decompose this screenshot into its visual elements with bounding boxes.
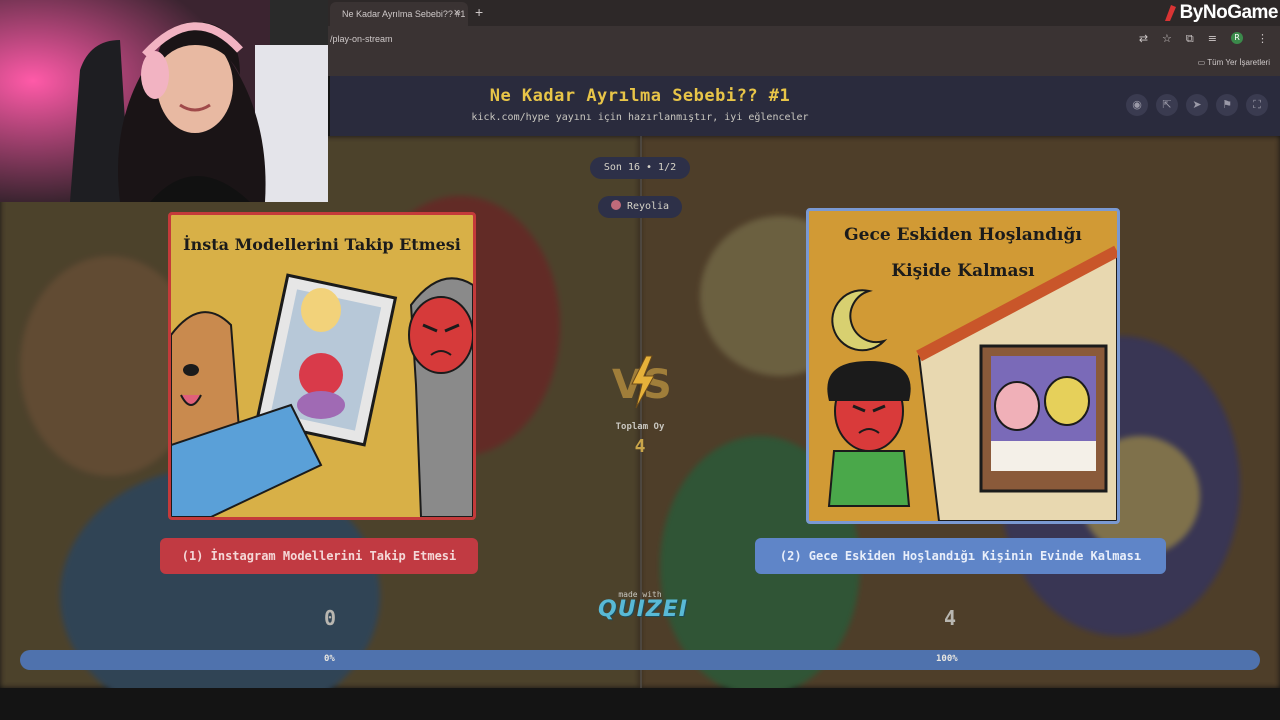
webcam-overlay	[0, 0, 328, 202]
versus-icon: VS	[612, 355, 672, 409]
kebab-menu-icon[interactable]: ⋮	[1257, 32, 1268, 46]
eye-icon[interactable]: ◉	[1126, 94, 1148, 116]
brand-mark-icon	[1164, 5, 1176, 21]
flag-icon[interactable]: ⚑	[1216, 94, 1238, 116]
percent-right: 100%	[936, 654, 958, 664]
user-name: Reyolia	[626, 201, 670, 212]
webcam-image	[0, 0, 328, 202]
user-avatar-icon	[610, 200, 621, 210]
option-button-left[interactable]: (1) İnstagram Modellerini Takip Etmesi	[160, 538, 478, 574]
vote-count-right: 4	[943, 606, 957, 630]
percent-left: 0%	[324, 654, 335, 664]
option-button-right[interactable]: (2) Gece Eskiden Hoşlandığı Kişinin Evin…	[755, 538, 1166, 574]
site-header: Ne Kadar Ayrılma Sebebi?? #1 kick.com/hy…	[330, 76, 1280, 136]
vote-count-left: 0	[323, 606, 337, 630]
option-card-left[interactable]: İnsta Modellerini Takip Etmesi	[168, 212, 476, 520]
bynogame-logo: ByNoGame	[1162, 2, 1279, 24]
card-illustration-right	[827, 245, 1117, 521]
folder-icon: ▭	[1197, 58, 1206, 67]
total-votes-value: 4	[634, 436, 646, 457]
page-subtitle: kick.com/hype yayını için hazırlanmıştır…	[471, 112, 809, 123]
fullscreen-icon[interactable]: ⛶	[1246, 94, 1268, 116]
extensions-icon[interactable]: ⧉	[1186, 32, 1194, 46]
send-icon[interactable]: ➤	[1186, 94, 1208, 116]
address-bar[interactable]: /play-on-stream	[330, 34, 393, 44]
profile-avatar[interactable]: R	[1231, 32, 1243, 44]
total-votes-label: Toplam Oy	[615, 422, 665, 432]
page-title: Ne Kadar Ayrılma Sebebi?? #1	[489, 86, 791, 106]
tab-title: Ne Kadar Ayrılma Sebebi?? #1	[342, 9, 466, 19]
toolbar-icons: ⇄ ☆ ⧉ ≡ R ⋮	[1139, 32, 1268, 46]
media-icon[interactable]: ≡	[1208, 32, 1217, 46]
translate-icon[interactable]: ⇄	[1139, 32, 1148, 46]
browser-tab[interactable]: Ne Kadar Ayrılma Sebebi?? #1 ×	[330, 2, 468, 26]
vote-progress-bar: 0% 100%	[20, 650, 1260, 670]
header-actions: ◉ ⇱ ➤ ⚑ ⛶	[1126, 94, 1268, 116]
bookmarks-label: Tüm Yer İşaretleri	[1207, 58, 1270, 67]
quizei-logo: QUIZEI	[598, 597, 688, 622]
round-badge: Son 16 • 1/2	[590, 157, 690, 179]
made-with-badge[interactable]: made with QUIZEI	[598, 590, 688, 622]
brand-name: ByNoGame	[1179, 2, 1279, 23]
all-bookmarks-link[interactable]: ▭ Tüm Yer İşaretleri	[1198, 58, 1270, 67]
card-illustration-left	[171, 273, 473, 517]
new-tab-button[interactable]: +	[475, 4, 483, 20]
user-badge: Reyolia	[598, 196, 682, 218]
bookmark-star-icon[interactable]: ☆	[1162, 32, 1172, 46]
tab-close-icon[interactable]: ×	[454, 7, 460, 19]
bottom-bar	[0, 688, 1280, 720]
share-icon[interactable]: ⇱	[1156, 94, 1178, 116]
option-card-right[interactable]: Gece Eskiden Hoşlandığı Kişide Kalması	[806, 208, 1120, 524]
